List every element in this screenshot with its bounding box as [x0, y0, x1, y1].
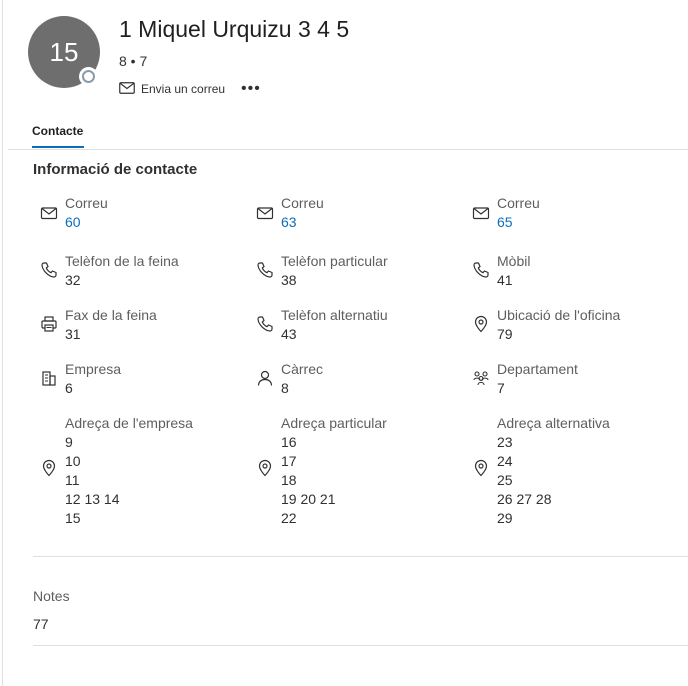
work-phone-label: Telèfon de la feina	[65, 253, 179, 269]
work-fax-field: Fax de la feina 31	[65, 306, 157, 344]
mail-icon	[256, 204, 274, 222]
address-line: 18	[281, 472, 297, 488]
address-line: 10	[65, 453, 81, 469]
home-address-field: Adreça particular 16 17 18 19 20 21 22	[281, 414, 387, 528]
email-link[interactable]: 63	[281, 213, 324, 232]
contact-subtitle: 8 • 7	[119, 53, 148, 69]
business-address-label: Adreça de l'empresa	[65, 415, 193, 431]
mobile-value: 41	[497, 272, 513, 288]
job-title-value: 8	[281, 380, 289, 396]
address-line: 11	[65, 472, 80, 488]
tab-selected-indicator	[32, 146, 84, 148]
email-field-1: Correu 60	[65, 194, 108, 232]
work-fax-value: 31	[65, 326, 81, 342]
tab-divider	[8, 149, 688, 150]
department-label: Departament	[497, 361, 578, 377]
phone-icon	[40, 261, 58, 279]
address-line: 15	[65, 510, 81, 526]
work-phone-value: 32	[65, 272, 81, 288]
people-team-icon	[472, 369, 490, 387]
company-value: 6	[65, 380, 73, 396]
mobile-label: Mòbil	[497, 253, 531, 269]
section-title: Informació de contacte	[33, 161, 198, 178]
alt-address-field: Adreça alternativa 23 24 25 26 27 28 29	[497, 414, 610, 528]
more-options-button[interactable]: •••	[241, 81, 261, 97]
email-field-2: Correu 63	[281, 194, 324, 232]
job-title-field: Càrrec 8	[281, 360, 323, 398]
phone-icon	[256, 261, 274, 279]
send-email-button[interactable]: Envia un correu	[119, 81, 226, 97]
alt-phone-label: Telèfon alternatiu	[281, 307, 388, 323]
office-location-label: Ubicació de l'oficina	[497, 307, 621, 323]
office-location-field: Ubicació de l'oficina 79	[497, 306, 620, 344]
alt-phone-field: Telèfon alternatiu 43	[281, 306, 388, 344]
address-line: 23	[497, 434, 513, 450]
location-icon	[472, 315, 490, 333]
building-icon	[40, 369, 58, 387]
company-label: Empresa	[65, 361, 122, 377]
contact-name: 1 Miquel Urquizu 3 4 5	[119, 16, 350, 42]
department-field: Departament 7	[497, 360, 578, 398]
company-field: Empresa 6	[65, 360, 121, 398]
home-address-label: Adreça particular	[281, 415, 387, 431]
address-line: 25	[497, 472, 513, 488]
office-location-value: 79	[497, 326, 513, 342]
email-label: Correu	[281, 195, 324, 211]
left-border	[2, 0, 3, 686]
address-line: 17	[281, 453, 297, 469]
department-value: 7	[497, 380, 505, 396]
mail-icon	[119, 81, 135, 97]
email-link[interactable]: 60	[65, 213, 108, 232]
person-icon	[256, 369, 274, 387]
section-divider	[33, 556, 688, 557]
address-line: 12 13 14	[65, 491, 120, 507]
mobile-field: Mòbil 41	[497, 252, 530, 290]
avatar-initials: 15	[49, 36, 79, 67]
business-address-field: Adreça de l'empresa 9 10 11 12 13 14 15	[65, 414, 193, 528]
notes-label: Notes	[33, 588, 70, 604]
section-divider	[33, 645, 688, 646]
alt-address-label: Adreça alternativa	[497, 415, 610, 431]
mail-icon	[472, 204, 490, 222]
tab-contacte[interactable]: Contacte	[32, 124, 83, 138]
phone-icon	[472, 261, 490, 279]
phone-icon	[256, 315, 274, 333]
work-fax-label: Fax de la feina	[65, 307, 157, 323]
address-line: 29	[497, 510, 513, 526]
home-phone-field: Telèfon particular 38	[281, 252, 388, 290]
mail-icon	[40, 204, 58, 222]
contact-actions: Envia un correu •••	[119, 79, 261, 99]
presence-status-icon	[79, 67, 98, 86]
email-link[interactable]: 65	[497, 213, 540, 232]
address-line: 22	[281, 510, 297, 526]
fax-icon	[40, 315, 58, 333]
address-line: 9	[65, 434, 73, 450]
notes-value: 77	[33, 616, 49, 632]
home-phone-value: 38	[281, 272, 297, 288]
email-label: Correu	[497, 195, 540, 211]
location-icon	[40, 459, 58, 477]
address-line: 26 27 28	[497, 491, 552, 507]
home-phone-label: Telèfon particular	[281, 253, 388, 269]
location-icon	[256, 459, 274, 477]
address-line: 19 20 21	[281, 491, 336, 507]
work-phone-field: Telèfon de la feina 32	[65, 252, 179, 290]
location-icon	[472, 459, 490, 477]
address-line: 24	[497, 453, 513, 469]
job-title-label: Càrrec	[281, 361, 324, 377]
send-email-label: Envia un correu	[141, 82, 226, 96]
address-line: 16	[281, 434, 297, 450]
alt-phone-value: 43	[281, 326, 297, 342]
email-label: Correu	[65, 195, 108, 211]
email-field-3: Correu 65	[497, 194, 540, 232]
